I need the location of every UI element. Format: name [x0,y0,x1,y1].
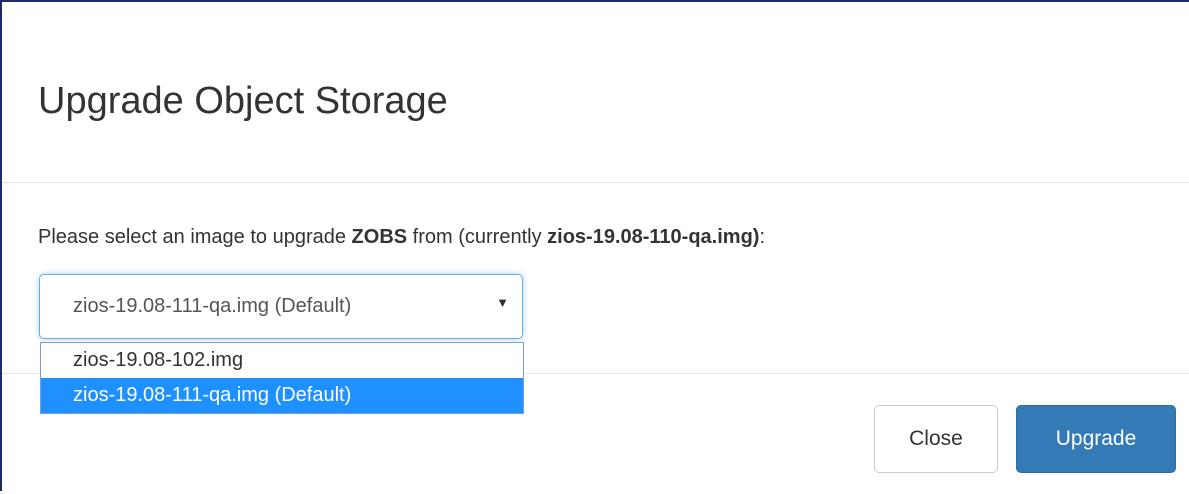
current-image-name: zios-19.08-110-qa.img) [547,226,760,248]
image-option[interactable]: zios-19.08-102.img [41,343,523,378]
modal-header: Upgrade Object Storage [2,2,1189,183]
upgrade-modal: Upgrade Object Storage Please select an … [0,0,1189,491]
modal-title: Upgrade Object Storage [38,80,448,122]
prompt-prefix: Please select an image to upgrade [38,226,352,248]
prompt-suffix: : [759,226,766,248]
image-option-selected[interactable]: zios-19.08-111-qa.img (Default) [41,378,523,413]
upgrade-button[interactable]: Upgrade [1016,405,1176,473]
product-name: ZOBS [351,226,408,248]
caret-down-icon: ▼ [496,295,509,310]
prompt-middle: from (currently [407,226,548,248]
image-options-list: zios-19.08-102.img zios-19.08-111-qa.img… [40,342,524,414]
upgrade-prompt: Please select an image to upgrade ZOBS f… [38,224,765,250]
close-button[interactable]: Close [874,405,998,473]
image-select[interactable]: zios-19.08-111-qa.img (Default) ▼ [39,274,523,339]
image-select-value: zios-19.08-111-qa.img (Default) [73,295,352,317]
